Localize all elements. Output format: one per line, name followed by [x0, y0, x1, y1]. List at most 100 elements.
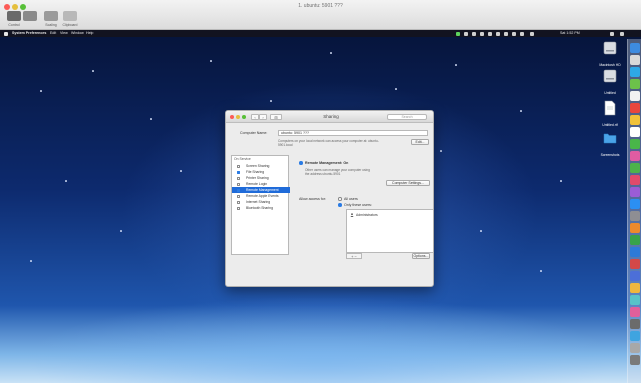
only-these-users-label: Only these users: — [344, 203, 372, 207]
calendar-icon[interactable] — [630, 103, 640, 113]
menu-extra-icon[interactable] — [512, 31, 516, 36]
menu-extra-icon[interactable] — [496, 31, 500, 36]
remote-menubar: System Preferences Edit View Window Help… — [0, 30, 641, 37]
computer-name-field[interactable]: ubuntu: 5901 ??? — [278, 130, 428, 136]
menu-extra-icon[interactable] — [488, 31, 492, 36]
launchpad-icon[interactable] — [630, 55, 640, 65]
users-list-item[interactable]: Administrators — [347, 212, 433, 218]
notes-icon[interactable] — [630, 115, 640, 125]
service-label: Printer Sharing — [246, 176, 269, 180]
options-button[interactable]: Options... — [412, 253, 430, 259]
prefs-search-field[interactable]: Search — [387, 114, 427, 120]
prefs-minimize-button[interactable] — [236, 114, 240, 119]
person-group-icon — [350, 213, 354, 217]
volume-icon[interactable] — [530, 31, 534, 36]
facetime-icon[interactable] — [630, 163, 640, 173]
app-store-icon[interactable] — [630, 199, 640, 209]
system-preferences-icon[interactable] — [630, 211, 640, 221]
user-name: Administrators — [356, 213, 378, 217]
menu-extra-icon[interactable] — [472, 31, 476, 36]
service-status-description: Other users can manage your computer usi… — [305, 168, 370, 176]
computer-name-hint: Computers on your local network can acce… — [278, 139, 379, 147]
wifi-icon[interactable] — [520, 31, 524, 36]
service-checkbox[interactable] — [237, 164, 240, 168]
messages-icon[interactable] — [630, 79, 640, 89]
only-these-users-radio[interactable] — [338, 203, 342, 207]
service-checkbox[interactable] — [237, 206, 240, 210]
numbers-icon[interactable] — [630, 235, 640, 245]
service-label: Screen Sharing — [246, 164, 270, 168]
maps-icon[interactable] — [630, 139, 640, 149]
allow-access-label: Allow access for: — [299, 197, 326, 201]
view-button[interactable] — [23, 11, 37, 21]
status-indicator-icon[interactable] — [456, 31, 460, 36]
spotlight-icon[interactable] — [610, 31, 614, 36]
menu-view[interactable]: View — [60, 31, 68, 35]
prefs-zoom-button[interactable] — [242, 114, 246, 119]
music-icon[interactable] — [630, 175, 640, 185]
clipboard-button[interactable] — [63, 11, 77, 21]
menu-extra-icon[interactable] — [464, 31, 468, 36]
notification-center-icon[interactable] — [620, 31, 624, 36]
services-list: On Service Screen Sharing File Sharing P… — [231, 155, 290, 255]
edit-button[interactable]: Edit... — [411, 139, 429, 145]
prefs-close-button[interactable] — [230, 114, 234, 119]
add-remove-user-buttons[interactable]: + − — [346, 253, 362, 259]
menu-help[interactable]: Help — [86, 31, 93, 35]
pages-icon[interactable] — [630, 223, 640, 233]
folder-icon — [603, 133, 617, 144]
service-label: Remote Login — [246, 182, 268, 186]
back-button[interactable]: ‹ — [251, 114, 259, 120]
menu-window[interactable]: Window — [71, 31, 84, 35]
service-checkbox[interactable] — [237, 176, 240, 180]
service-checkbox[interactable] — [237, 194, 240, 198]
screen-sharing-window: 1. ubuntu: 5901 ??? Control Scaling Clip… — [0, 0, 641, 383]
prefs-titlebar: ‹ › ⊞ Sharing Search — [226, 111, 433, 123]
app-icon[interactable] — [630, 283, 640, 293]
app-icon[interactable] — [630, 331, 640, 341]
reminders-icon[interactable] — [630, 127, 640, 137]
remote-desktop[interactable]: System Preferences Edit View Window Help… — [0, 30, 641, 383]
all-users-radio[interactable] — [338, 197, 342, 201]
desktop-item-document[interactable]: Untitled.rtf — [592, 100, 628, 127]
viewer-toolbar: 1. ubuntu: 5901 ??? Control Scaling Clip… — [0, 0, 641, 30]
mail-icon[interactable] — [630, 91, 640, 101]
desktop-item-macintosh-hd[interactable]: Macintosh HD — [592, 40, 628, 67]
service-checkbox[interactable] — [237, 200, 240, 204]
app-icon[interactable] — [630, 319, 640, 329]
menu-extra-icon[interactable] — [480, 31, 484, 36]
show-all-button[interactable]: ⊞ — [270, 114, 282, 120]
trash-icon[interactable] — [630, 355, 640, 365]
services-header: On Service — [234, 157, 251, 161]
app-icon[interactable] — [630, 307, 640, 317]
finder-icon[interactable] — [630, 43, 640, 53]
desktop-item-screenshots[interactable]: Screenshots — [592, 130, 628, 157]
prefs-title: Sharing — [323, 114, 339, 119]
control-button[interactable] — [7, 11, 21, 21]
menu-extra-icon[interactable] — [504, 31, 508, 36]
forward-button[interactable]: › — [259, 114, 267, 120]
safari-icon[interactable] — [630, 67, 640, 77]
app-icon[interactable] — [630, 295, 640, 305]
downloads-icon[interactable] — [630, 343, 640, 353]
service-status-title: Remote Management: On — [305, 161, 349, 165]
service-checkbox[interactable] — [237, 182, 240, 186]
app-icon[interactable] — [630, 271, 640, 281]
desktop-item-label: Untitled.rtf — [602, 123, 618, 127]
app-icon[interactable] — [630, 259, 640, 269]
desktop-item-untitled[interactable]: Untitled — [592, 68, 628, 95]
clipboard-label: Clipboard — [62, 23, 78, 27]
service-bluetooth-sharing[interactable]: Bluetooth Sharing — [232, 205, 290, 211]
menu-clock[interactable]: Sat 1:52 PM — [560, 31, 580, 35]
service-label: Bluetooth Sharing — [246, 206, 273, 210]
computer-settings-button[interactable]: Computer Settings... — [386, 180, 430, 186]
podcasts-icon[interactable] — [630, 187, 640, 197]
scaling-button[interactable] — [44, 11, 58, 21]
photos-icon[interactable] — [630, 151, 640, 161]
menu-edit[interactable]: Edit — [50, 31, 56, 35]
menu-app-name[interactable]: System Preferences — [12, 31, 46, 35]
apple-menu-icon[interactable] — [4, 31, 8, 36]
service-checkbox[interactable] — [237, 170, 240, 174]
keynote-icon[interactable] — [630, 247, 640, 257]
service-checkbox[interactable] — [237, 188, 240, 192]
